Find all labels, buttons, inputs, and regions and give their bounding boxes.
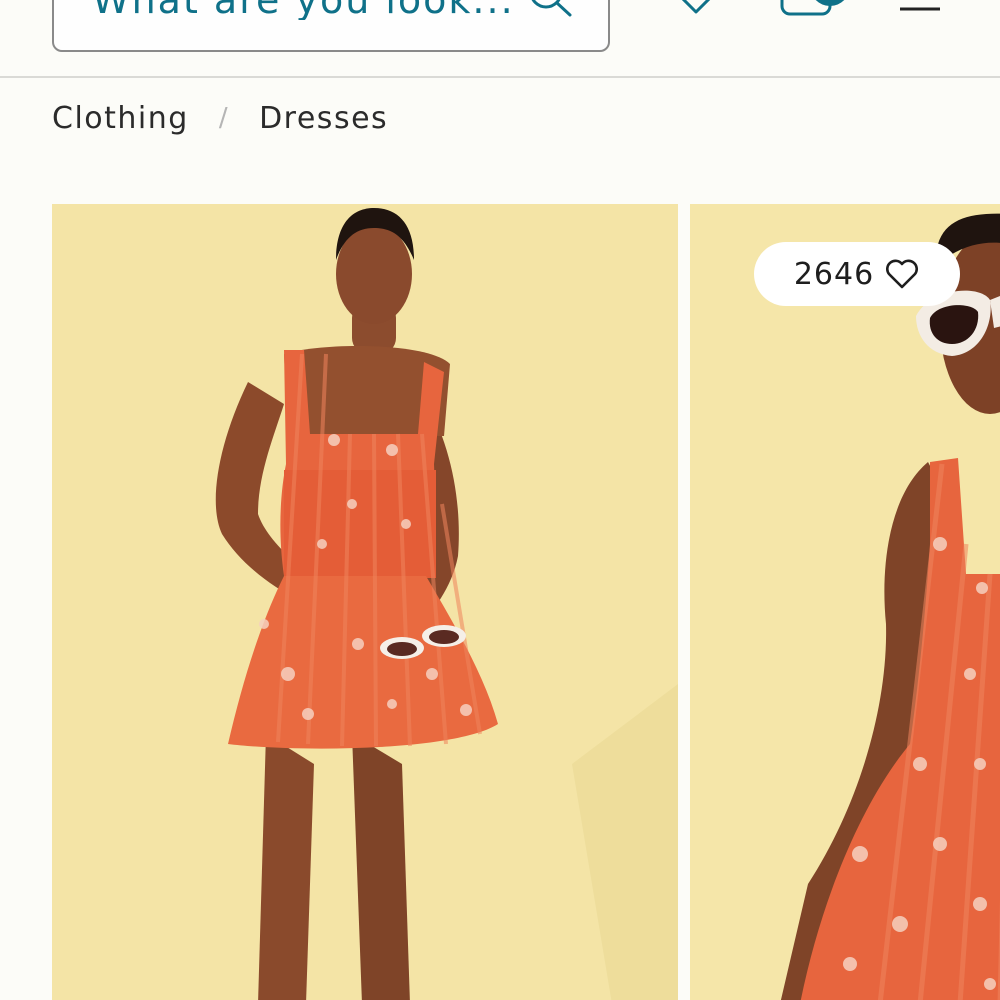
like-count: 2646	[793, 256, 875, 292]
search-icon[interactable]	[526, 0, 576, 20]
site-header	[0, 0, 1000, 78]
breadcrumb-separator: /	[218, 103, 230, 133]
bag-icon[interactable]	[778, 0, 858, 18]
product-listing-page: Clothing / Dresses	[0, 0, 1000, 1000]
hamburger-menu-icon[interactable]	[898, 0, 942, 12]
breadcrumb-item-clothing[interactable]: Clothing	[52, 101, 189, 136]
breadcrumb-item-dresses[interactable]: Dresses	[259, 101, 388, 136]
search-input[interactable]	[92, 0, 512, 20]
product-tile[interactable]: 2646	[690, 204, 1000, 1000]
product-image[interactable]	[690, 204, 1000, 1000]
heart-icon[interactable]	[672, 0, 720, 16]
product-image[interactable]	[52, 204, 678, 1000]
product-tile[interactable]	[52, 204, 678, 1000]
heart-outline-icon[interactable]	[884, 258, 920, 290]
like-count-badge[interactable]: 2646	[754, 242, 960, 306]
breadcrumb: Clothing / Dresses	[52, 96, 388, 140]
